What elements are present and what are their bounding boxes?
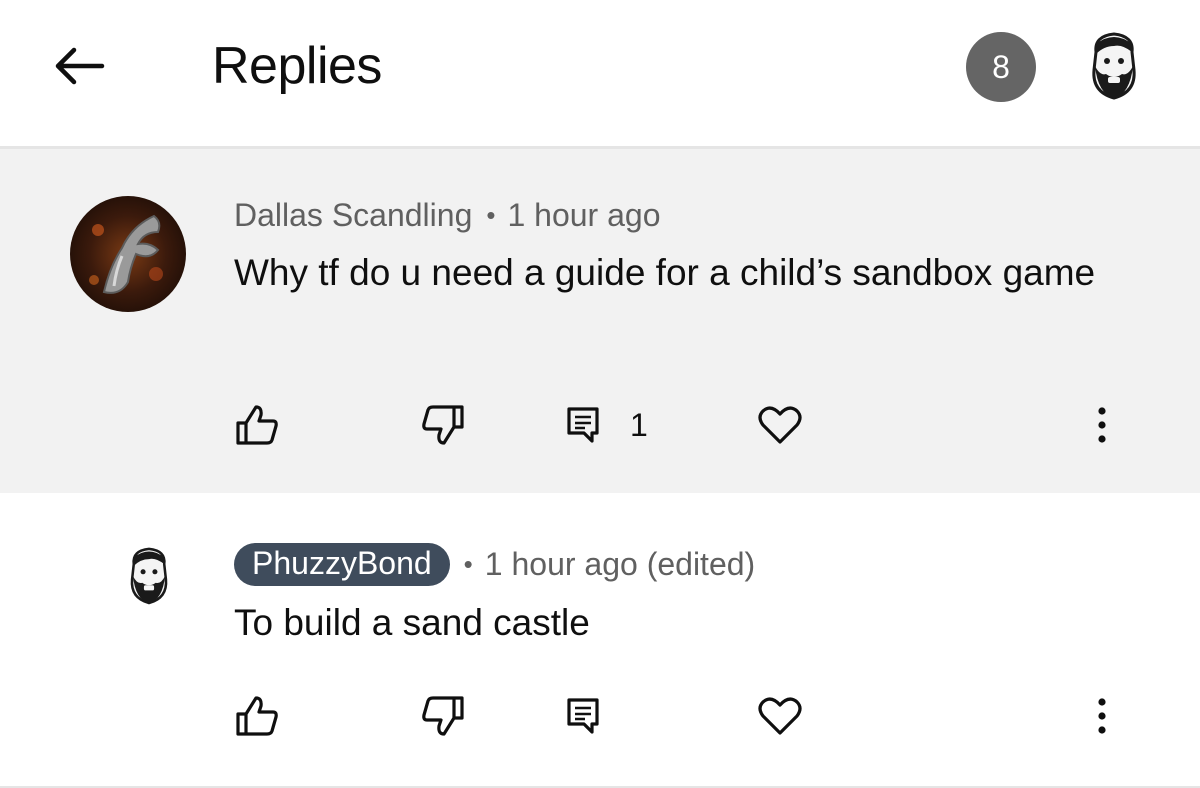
comment-actions: 1 [0, 395, 1200, 455]
fairy-tail-emblem-icon [70, 196, 186, 312]
comment-text: Why tf do u need a guide for a child’s s… [234, 252, 1096, 293]
dislike-button[interactable] [420, 686, 466, 746]
reply-meta: PhuzzyBond • 1 hour ago (edited) [234, 543, 755, 586]
heart-icon [758, 697, 802, 735]
page-title: Replies [212, 37, 382, 95]
reply-text: To build a sand castle [234, 602, 590, 643]
commenter-avatar[interactable] [70, 196, 186, 312]
thumbs-down-icon [422, 696, 464, 736]
reply-timestamp: 1 hour ago (edited) [484, 546, 756, 582]
heart-button[interactable] [757, 395, 803, 455]
like-button[interactable] [234, 686, 280, 746]
bearded-avatar-icon [1092, 32, 1136, 100]
dislike-button[interactable] [420, 395, 466, 455]
thumbs-down-icon [422, 405, 464, 445]
like-button[interactable] [234, 395, 280, 455]
reply-icon [567, 407, 599, 443]
meta-separator: • [486, 200, 496, 230]
top-app-bar: Replies 8 [0, 0, 1200, 149]
account-avatar[interactable] [1088, 30, 1140, 102]
more-options-button[interactable] [1094, 395, 1110, 455]
reply-button[interactable]: 1 [566, 395, 648, 455]
comment-timestamp: 1 hour ago [507, 197, 661, 233]
heart-button[interactable] [757, 686, 803, 746]
thumbs-up-icon [236, 696, 278, 736]
reply-button[interactable] [566, 686, 600, 746]
arrow-left-icon [55, 47, 105, 85]
more-options-button[interactable] [1094, 686, 1110, 746]
reply-comment: PhuzzyBond • 1 hour ago (edited) To buil… [0, 493, 1200, 788]
comment-author[interactable]: Dallas Scandling [234, 197, 472, 234]
reply-actions [0, 686, 1200, 746]
back-button[interactable] [44, 30, 116, 102]
comment-meta: Dallas Scandling • 1 hour ago [234, 197, 660, 234]
heart-icon [758, 406, 802, 444]
reply-icon [567, 698, 599, 734]
meta-separator: • [463, 549, 473, 579]
more-vertical-icon [1098, 698, 1106, 734]
more-vertical-icon [1098, 407, 1106, 443]
parent-comment: Dallas Scandling • 1 hour ago Why tf do … [0, 149, 1200, 493]
thumbs-up-icon [236, 405, 278, 445]
bearded-avatar-icon [130, 547, 168, 605]
notification-count-badge[interactable]: 8 [966, 32, 1036, 102]
reply-author-chip[interactable]: PhuzzyBond [234, 543, 450, 586]
reply-author-avatar[interactable] [127, 543, 171, 609]
reply-count: 1 [630, 406, 648, 443]
